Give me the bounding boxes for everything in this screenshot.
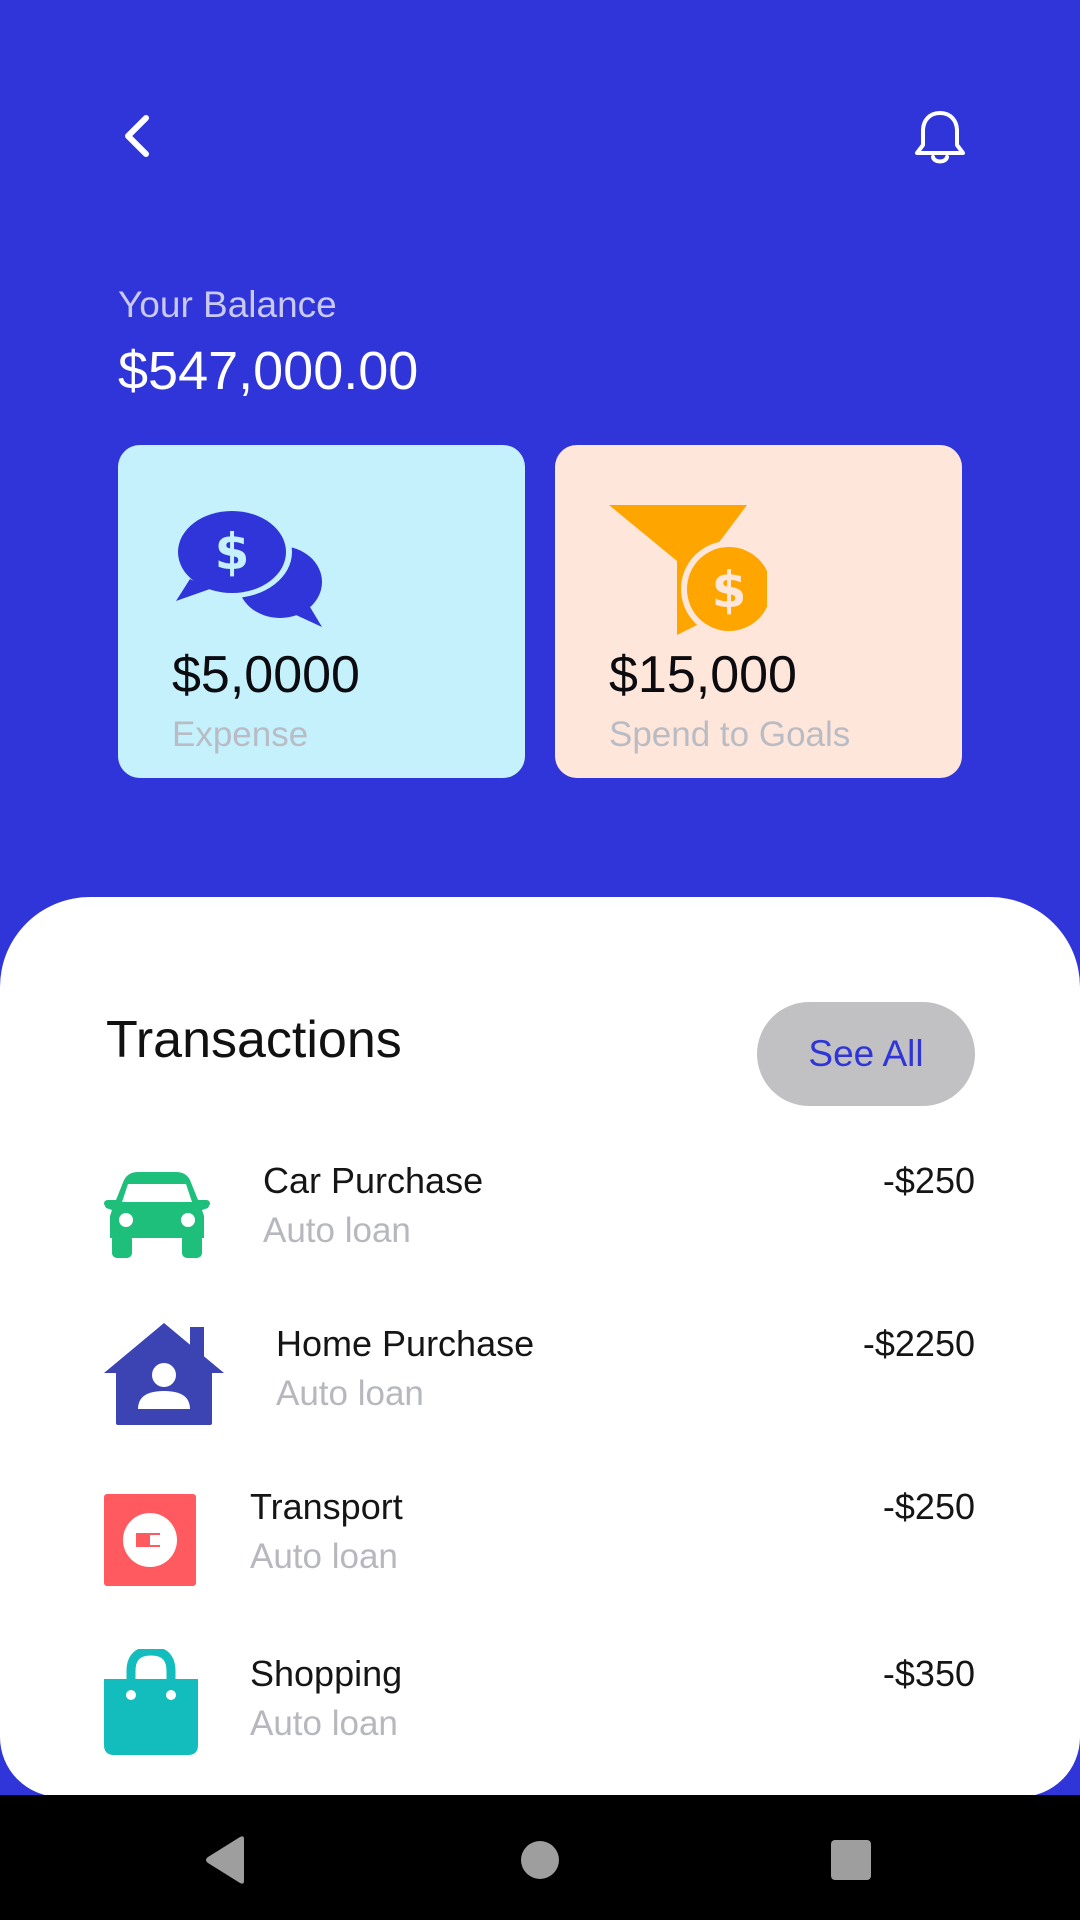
nav-home-button[interactable]	[505, 1825, 575, 1895]
see-all-button[interactable]: See All	[757, 1002, 975, 1106]
bell-icon	[915, 109, 965, 164]
notification-button[interactable]	[900, 98, 980, 178]
transaction-subtitle: Auto loan	[263, 1211, 411, 1250]
balance-label: Your Balance	[118, 284, 337, 325]
shopping-bag-icon	[104, 1649, 198, 1755]
transaction-subtitle: Auto loan	[250, 1537, 398, 1576]
transaction-row[interactable]: Car Purchase Auto loan -$250	[0, 1160, 1080, 1300]
system-navigation-bar	[0, 1795, 1080, 1920]
square-recents-icon	[831, 1840, 871, 1880]
svg-text:$: $	[215, 523, 250, 581]
funnel-dollar-icon: $	[609, 505, 767, 637]
nav-recents-button[interactable]	[816, 1825, 886, 1895]
transaction-title: Home Purchase	[276, 1323, 535, 1364]
nav-back-button[interactable]	[190, 1825, 260, 1895]
expense-label: Expense	[172, 715, 309, 754]
transaction-amount: -$250	[882, 1160, 975, 1201]
goals-amount: $15,000	[609, 646, 797, 704]
transaction-amount: -$250	[882, 1486, 975, 1527]
transaction-title: Transport	[250, 1486, 403, 1527]
transaction-subtitle: Auto loan	[250, 1704, 398, 1743]
transaction-row[interactable]: Shopping Auto loan -$350	[0, 1649, 1080, 1793]
house-icon	[104, 1323, 224, 1425]
transaction-row[interactable]: Home Purchase Auto loan -$2250	[0, 1323, 1080, 1463]
car-icon	[104, 1172, 210, 1258]
app-screen: Your Balance $547,000.00 $ $5,0000 Expen…	[0, 0, 1080, 1920]
transaction-subtitle: Auto loan	[276, 1374, 424, 1413]
circle-home-icon	[521, 1841, 559, 1879]
chevron-left-icon	[125, 115, 149, 157]
spend-to-goals-card[interactable]: $ $15,000 Spend to Goals	[555, 445, 962, 778]
goals-label: Spend to Goals	[609, 715, 851, 754]
balance-value: $547,000.00	[118, 341, 419, 401]
transaction-amount: -$350	[882, 1653, 975, 1694]
dollar-chat-icon: $	[172, 506, 322, 627]
uber-icon	[104, 1494, 196, 1586]
transactions-title: Transactions	[106, 1011, 402, 1069]
svg-text:$: $	[712, 561, 747, 619]
expense-card[interactable]: $ $5,0000 Expense	[118, 445, 525, 778]
expense-amount: $5,0000	[172, 646, 360, 704]
triangle-back-icon	[206, 1836, 244, 1884]
transaction-amount: -$2250	[862, 1323, 975, 1364]
transaction-title: Shopping	[250, 1653, 403, 1694]
transaction-title: Car Purchase	[263, 1160, 484, 1201]
transaction-row[interactable]: Transport Auto loan -$250	[0, 1486, 1080, 1626]
back-button[interactable]	[100, 100, 172, 172]
